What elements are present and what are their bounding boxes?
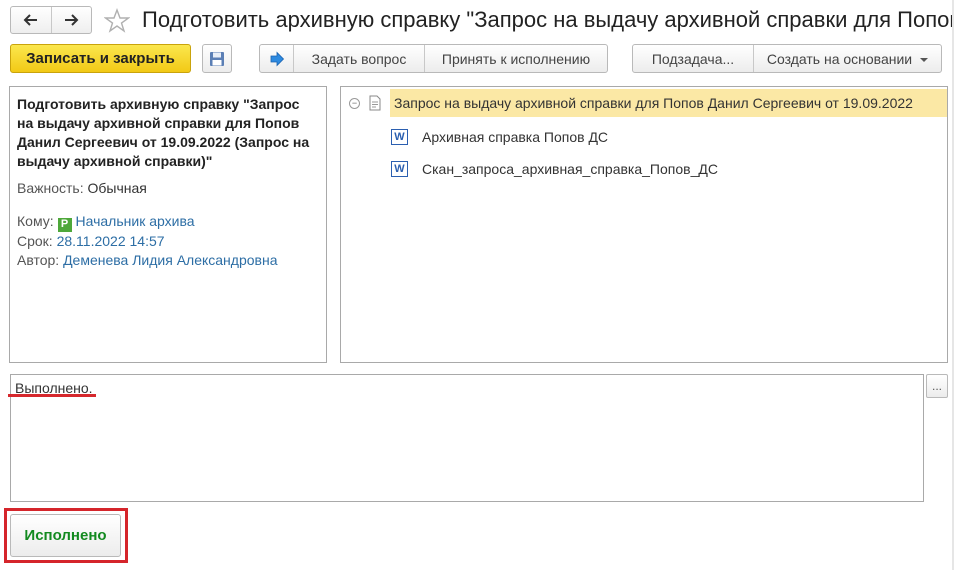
tree-root-label: Запрос на выдачу архивной справки для По… [394, 95, 913, 111]
task-info-panel: Подготовить архивную справку "Запрос на … [9, 86, 327, 363]
task-actions-group: Задать вопрос Принять к исполнению [259, 44, 608, 73]
executed-button[interactable]: Исполнено [10, 514, 121, 557]
tree-item-label: Скан_запроса_архивная_справка_Попов_ДС [422, 161, 718, 177]
attachments-tree: − Запрос на выдачу архивной справки для … [340, 86, 948, 363]
document-icon [369, 95, 381, 111]
tree-root-label-cell: Запрос на выдачу архивной справки для По… [390, 89, 947, 117]
tree-root-item[interactable]: − Запрос на выдачу архивной справки для … [349, 89, 947, 117]
author-link[interactable]: Деменева Лидия Александровна [63, 252, 277, 268]
deadline-row: Срок: 28.11.2022 14:57 [17, 232, 319, 251]
forward-arrow-icon [65, 14, 79, 26]
create-based-on-label: Создать на основании [766, 50, 913, 67]
author-label: Автор: [17, 251, 60, 268]
recipient-row: Кому: P Начальник архива [17, 212, 319, 232]
author-row: Автор: Деменева Лидия Александровна [17, 251, 319, 270]
tree-item-request-scan[interactable]: W Скан_запроса_архивная_справка_Попов_ДС [391, 155, 718, 183]
create-based-on-button[interactable]: Создать на основании [753, 45, 941, 72]
accept-for-execution-button[interactable]: Принять к исполнению [424, 45, 607, 72]
tree-item-label: Архивная справка Попов ДС [422, 129, 609, 145]
task-create-group: Подзадача... Создать на основании [632, 44, 942, 73]
floppy-disk-icon [210, 51, 224, 66]
save-button[interactable] [202, 44, 232, 73]
comment-annotation-underline [8, 394, 96, 397]
subtask-button[interactable]: Подзадача... [633, 45, 753, 72]
importance-label: Важность: [17, 180, 84, 196]
route-arrow-button[interactable] [260, 45, 293, 72]
recipient-link[interactable]: Начальник архива [76, 213, 195, 229]
importance-row: Важность: Обычная [17, 179, 319, 198]
forward-button[interactable] [50, 7, 92, 33]
task-title: Подготовить архивную справку "Запрос на … [17, 96, 310, 169]
comment-expand-button[interactable]: ... [926, 374, 948, 398]
role-icon: P [57, 217, 72, 232]
back-arrow-icon [23, 14, 37, 26]
chevron-down-icon [920, 57, 929, 62]
navigation-buttons [10, 6, 92, 34]
deadline-link[interactable]: 28.11.2022 14:57 [57, 233, 165, 249]
word-document-icon: W [391, 129, 408, 145]
importance-value: Обычная [87, 180, 147, 196]
deadline-label: Срок: [17, 232, 53, 249]
window-title: Подготовить архивную справку "Запрос на … [142, 7, 954, 32]
back-button[interactable] [11, 7, 51, 33]
star-icon [103, 8, 131, 33]
collapse-icon[interactable]: − [349, 97, 360, 109]
word-document-icon: W [391, 161, 408, 177]
save-and-close-button[interactable]: Записать и закрыть [10, 44, 191, 73]
tree-item-archive-certificate[interactable]: W Архивная справка Попов ДС [391, 123, 608, 151]
favorite-button[interactable] [103, 8, 131, 36]
recipient-label: Кому: [17, 213, 54, 229]
ask-question-button[interactable]: Задать вопрос [293, 45, 424, 72]
blue-arrow-icon [270, 51, 284, 66]
comment-field[interactable]: Выполнено. [10, 374, 924, 502]
